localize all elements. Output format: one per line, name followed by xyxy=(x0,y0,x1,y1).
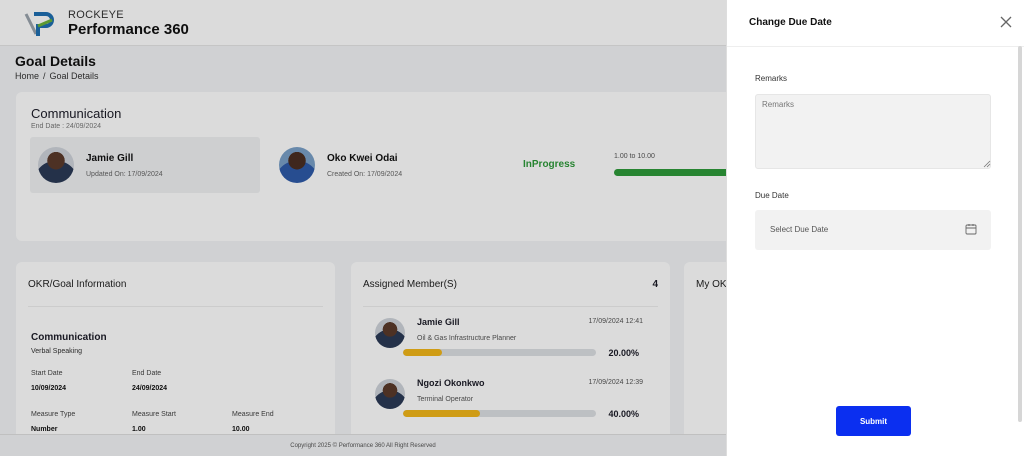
drawer-title: Change Due Date xyxy=(749,17,832,28)
resize-handle-icon[interactable] xyxy=(983,160,991,168)
modal-backdrop[interactable] xyxy=(0,0,726,456)
close-icon[interactable] xyxy=(998,14,1014,30)
due-date-placeholder: Select Due Date xyxy=(770,225,829,234)
due-date-label: Due Date xyxy=(755,191,789,200)
due-date-picker[interactable]: Select Due Date xyxy=(755,210,991,250)
submit-button[interactable]: Submit xyxy=(836,406,911,436)
remarks-input[interactable] xyxy=(755,94,991,169)
remarks-label: Remarks xyxy=(755,74,788,83)
divider xyxy=(727,46,1024,47)
calendar-icon[interactable] xyxy=(965,223,977,235)
scrollbar[interactable] xyxy=(1018,46,1022,422)
change-due-date-drawer: Change Due Date Remarks Due Date Select … xyxy=(726,0,1024,456)
